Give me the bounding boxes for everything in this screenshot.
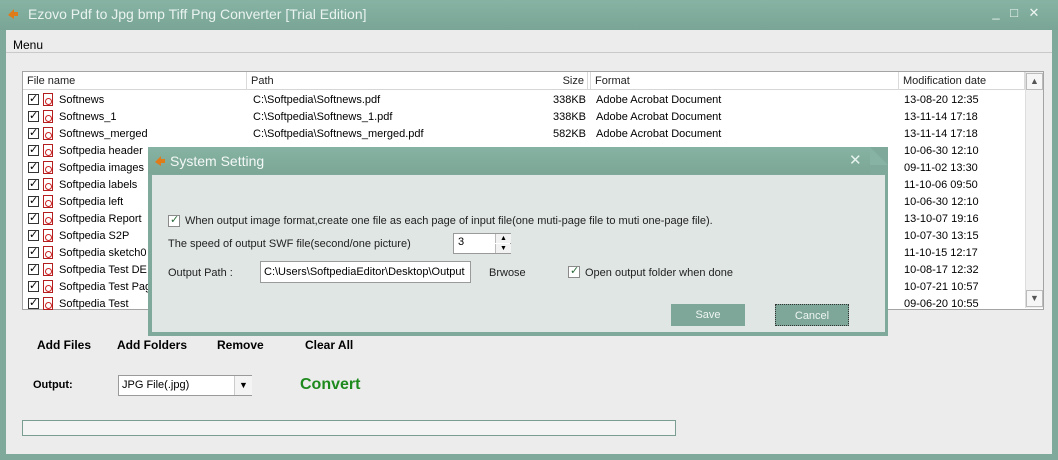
cell-modification-date: 10-07-30 13:15 xyxy=(904,230,979,242)
column-header-size[interactable]: Size xyxy=(550,72,584,90)
row-checkbox[interactable] xyxy=(28,109,39,122)
row-checkbox[interactable] xyxy=(28,279,39,292)
pdf-file-icon xyxy=(43,195,53,208)
cell-modification-date: 11-10-15 12:17 xyxy=(904,247,978,259)
open-folder-checkbox[interactable] xyxy=(568,264,580,278)
cell-size: 338KB xyxy=(552,94,586,106)
pdf-file-icon xyxy=(43,161,53,174)
remove-button[interactable]: Remove xyxy=(217,338,264,352)
cell-modification-date: 09-06-20 10:55 xyxy=(904,298,979,310)
cell-format: Adobe Acrobat Document xyxy=(596,111,722,123)
cell-modification-date: 10-06-30 12:10 xyxy=(904,196,979,208)
pdf-file-icon xyxy=(43,297,53,310)
column-header-modification-date[interactable]: Modification date xyxy=(899,72,1025,90)
chevron-down-icon[interactable]: ▼ xyxy=(234,376,252,395)
cell-path: C:\Softpedia\Softnews_merged.pdf xyxy=(253,128,424,140)
cell-modification-date: 09-11-02 13:30 xyxy=(904,162,978,174)
cell-file-name: Softnews_1 xyxy=(59,111,117,123)
cell-modification-date: 10-08-17 12:32 xyxy=(904,264,979,276)
pdf-file-icon xyxy=(43,178,53,191)
row-checkbox[interactable] xyxy=(28,160,39,173)
table-row[interactable]: Softnews C:\Softpedia\Softnews.pdf 338KB Ad… xyxy=(23,92,1025,109)
app-icon xyxy=(6,6,20,20)
close-button[interactable]: ✕ xyxy=(1026,5,1042,21)
cell-modification-date: 13-08-20 12:35 xyxy=(904,94,979,106)
cell-format: Adobe Acrobat Document xyxy=(596,128,722,140)
cell-modification-date: 13-11-14 17:18 xyxy=(904,128,978,140)
row-checkbox[interactable] xyxy=(28,262,39,275)
cell-file-name: Softnews_merged xyxy=(59,128,148,140)
scroll-down-icon[interactable]: ▼ xyxy=(1026,290,1043,307)
cell-modification-date: 13-10-07 19:16 xyxy=(904,213,979,225)
window-title: Ezovo Pdf to Jpg bmp Tiff Png Converter … xyxy=(28,6,367,22)
one-file-per-page-label: When output image format,create one file… xyxy=(185,215,713,227)
row-checkbox[interactable] xyxy=(28,126,39,139)
cell-size: 582KB xyxy=(552,128,586,140)
menu-item-menu[interactable]: Menu xyxy=(13,38,43,52)
row-checkbox[interactable] xyxy=(28,296,39,309)
spin-up-icon[interactable]: ▲ xyxy=(495,234,511,243)
progress-bar xyxy=(22,420,676,436)
menu-bar xyxy=(6,30,1052,53)
dialog-corner xyxy=(870,147,888,165)
vertical-scrollbar[interactable]: ▲ ▼ xyxy=(1025,72,1043,308)
pdf-file-icon xyxy=(43,229,53,242)
pdf-file-icon xyxy=(43,280,53,293)
cell-file-name: Softnews xyxy=(59,94,105,106)
row-checkbox[interactable] xyxy=(28,194,39,207)
dialog-close-icon[interactable]: ✕ xyxy=(849,151,862,169)
dialog-title: System Setting xyxy=(170,153,265,169)
output-path-label: Output Path : xyxy=(168,267,233,279)
column-header-format[interactable]: Format xyxy=(591,72,899,90)
pdf-file-icon xyxy=(43,127,53,140)
add-files-button[interactable]: Add Files xyxy=(37,338,91,352)
minimize-button[interactable]: _ xyxy=(988,5,1004,21)
scroll-up-icon[interactable]: ▲ xyxy=(1026,73,1043,90)
output-format-value: JPG File(.jpg) xyxy=(122,379,190,391)
add-folders-button[interactable]: Add Folders xyxy=(117,338,187,352)
cell-modification-date: 10-06-30 12:10 xyxy=(904,145,979,157)
save-button[interactable]: Save xyxy=(671,304,745,326)
cell-modification-date: 11-10-06 09:50 xyxy=(904,179,978,191)
column-header-file-name[interactable]: File name xyxy=(23,72,247,90)
table-row[interactable]: Softnews_merged C:\Softpedia\Softnews_mer… xyxy=(23,126,1025,143)
cell-modification-date: 13-11-14 17:18 xyxy=(904,111,978,123)
row-checkbox[interactable] xyxy=(28,143,39,156)
pdf-file-icon xyxy=(43,144,53,157)
cancel-button[interactable]: Cancel xyxy=(775,304,849,326)
dialog-app-icon xyxy=(153,153,167,167)
cell-path: C:\Softpedia\Softnews.pdf xyxy=(253,94,381,106)
row-checkbox[interactable] xyxy=(28,228,39,241)
browse-button[interactable]: Brwose xyxy=(489,267,526,279)
table-row[interactable]: Softnews_1 C:\Softpedia\Softnews_1.pdf 338… xyxy=(23,109,1025,126)
output-path-value: C:\Users\SoftpediaEditor\Desktop\Output xyxy=(264,266,465,278)
swf-speed-label: The speed of output SWF file(second/one … xyxy=(168,238,411,250)
spin-down-icon[interactable]: ▼ xyxy=(495,244,511,253)
open-folder-label: Open output folder when done xyxy=(585,267,734,279)
cell-modification-date: 10-07-21 10:57 xyxy=(904,281,979,293)
output-label: Output: xyxy=(33,379,73,391)
row-checkbox[interactable] xyxy=(28,177,39,190)
row-checkbox[interactable] xyxy=(28,245,39,258)
swf-speed-value: 3 xyxy=(458,236,465,248)
convert-button[interactable]: Convert xyxy=(300,376,360,394)
pdf-file-icon xyxy=(43,110,53,123)
pdf-file-icon xyxy=(43,212,53,225)
pdf-file-icon xyxy=(43,93,53,106)
row-checkbox[interactable] xyxy=(28,211,39,224)
one-file-per-page-checkbox[interactable] xyxy=(168,213,180,227)
pdf-file-icon xyxy=(43,263,53,276)
clear-all-button[interactable]: Clear All xyxy=(305,338,353,352)
cell-format: Adobe Acrobat Document xyxy=(596,94,722,106)
column-header-path[interactable]: Path xyxy=(247,72,588,90)
pdf-file-icon xyxy=(43,246,53,259)
cell-path: C:\Softpedia\Softnews_1.pdf xyxy=(253,111,393,123)
row-checkbox[interactable] xyxy=(28,92,39,105)
cell-size: 338KB xyxy=(552,111,586,123)
maximize-button[interactable]: □ xyxy=(1006,5,1022,21)
